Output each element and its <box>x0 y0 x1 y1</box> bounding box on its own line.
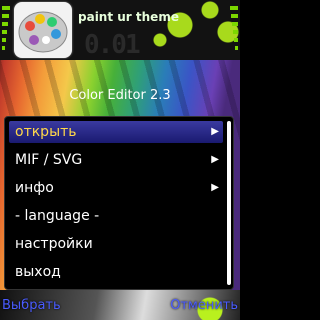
menu-item-label: открыть <box>15 124 77 140</box>
app-title: paint ur theme <box>78 10 179 24</box>
menu-item-label: MIF / SVG <box>15 152 83 168</box>
menu-item-exit[interactable]: выход <box>9 261 223 283</box>
paint-splash <box>150 0 240 60</box>
menu-item-label: выход <box>15 264 61 280</box>
right-softkey[interactable]: Отменить <box>170 298 238 313</box>
menu-item-info[interactable]: инфо ▶ <box>9 177 223 199</box>
submenu-arrow-icon: ▶ <box>211 154 219 165</box>
clock: 0.01 <box>84 30 141 60</box>
menu-scrollbar[interactable] <box>227 121 231 285</box>
menu-item-mif-svg[interactable]: MIF / SVG ▶ <box>9 149 223 171</box>
left-softkey[interactable]: Выбрать <box>2 298 61 313</box>
signal-strength-icon <box>2 6 10 54</box>
options-menu: открыть ▶ MIF / SVG ▶ инфо ▶ - language … <box>4 116 234 290</box>
menu-item-label: настройки <box>15 236 93 252</box>
palette-icon <box>14 2 72 58</box>
submenu-arrow-icon: ▶ <box>211 126 219 137</box>
battery-icon <box>230 6 238 54</box>
menu-item-settings[interactable]: настройки <box>9 233 223 255</box>
app-subtitle: Color Editor 2.3 <box>69 88 171 103</box>
menu-item-label: - language - <box>15 208 100 224</box>
menu-item-label: инфо <box>15 180 54 196</box>
menu-item-open[interactable]: открыть ▶ <box>9 121 223 143</box>
menu-item-language[interactable]: - language - <box>9 205 223 227</box>
screen: paint ur theme 0.01 Color Editor 2.3 отк… <box>0 0 240 320</box>
submenu-arrow-icon: ▶ <box>211 182 219 193</box>
